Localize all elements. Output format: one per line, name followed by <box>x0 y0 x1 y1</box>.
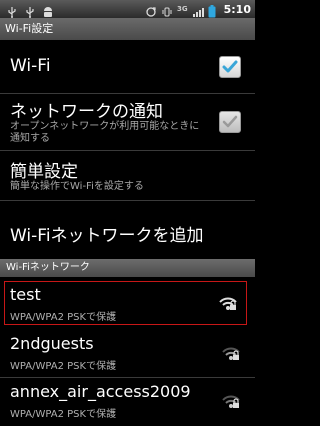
network-notification-row[interactable]: ネットワークの通知 オープンネットワークが利用可能なときに通知する <box>0 94 255 151</box>
network-name: test <box>10 285 41 304</box>
wifi-locked-signal-icon <box>218 294 238 312</box>
usb-debug-icon <box>24 3 36 18</box>
network-security: WPA/WPA2 PSKで保護 <box>10 361 117 372</box>
easy-setup-row[interactable]: 簡単設定 簡単な操作でWi-Fiを設定する <box>0 151 255 201</box>
network-item-annex-air-access2009[interactable]: annex_air_access2009 WPA/WPA2 PSKで保護 <box>0 378 255 426</box>
wifi-toggle-row[interactable]: Wi-Fi <box>0 40 255 94</box>
network-item-test[interactable]: test WPA/WPA2 PSKで保護 <box>4 281 247 325</box>
sync-icon <box>145 3 157 17</box>
wifi-locked-signal-icon <box>221 344 241 362</box>
network-security: WPA/WPA2 PSKで保護 <box>10 312 117 323</box>
wifi-networks-header: Wi-Fiネットワーク <box>0 259 255 277</box>
3g-label: 3G <box>177 5 188 13</box>
add-wifi-network-row[interactable]: Wi-Fiネットワークを追加 <box>0 201 255 259</box>
android-icon <box>42 3 54 17</box>
check-icon <box>222 60 238 73</box>
clock: 5:10 <box>223 2 251 16</box>
3g-signal-icon <box>192 3 204 17</box>
usb-icon <box>6 3 18 18</box>
vibrate-icon <box>161 3 173 17</box>
page-title: Wi-Fi設定 <box>0 18 255 40</box>
easy-setup-summary: 簡単な操作でWi-Fiを設定する <box>10 181 144 192</box>
wifi-toggle-label: Wi-Fi <box>10 56 51 76</box>
network-notification-label: ネットワークの通知 <box>10 102 163 122</box>
network-security: WPA/WPA2 PSKで保護 <box>10 409 117 420</box>
easy-setup-label: 簡単設定 <box>10 162 78 182</box>
network-name: 2ndguests <box>10 334 94 353</box>
network-notification-summary: オープンネットワークが利用可能なときに通知する <box>10 121 200 144</box>
add-wifi-network-label: Wi-Fiネットワークを追加 <box>10 226 204 246</box>
battery-icon <box>208 3 220 18</box>
check-icon <box>222 115 238 128</box>
network-notification-checkbox[interactable] <box>219 111 241 133</box>
network-item-2ndguests[interactable]: 2ndguests WPA/WPA2 PSKで保護 <box>0 330 255 378</box>
network-name: annex_air_access2009 <box>10 382 191 401</box>
status-bar: 3G 5:10 <box>0 0 255 18</box>
wifi-locked-signal-icon <box>221 392 241 410</box>
wifi-checkbox[interactable] <box>219 56 241 78</box>
